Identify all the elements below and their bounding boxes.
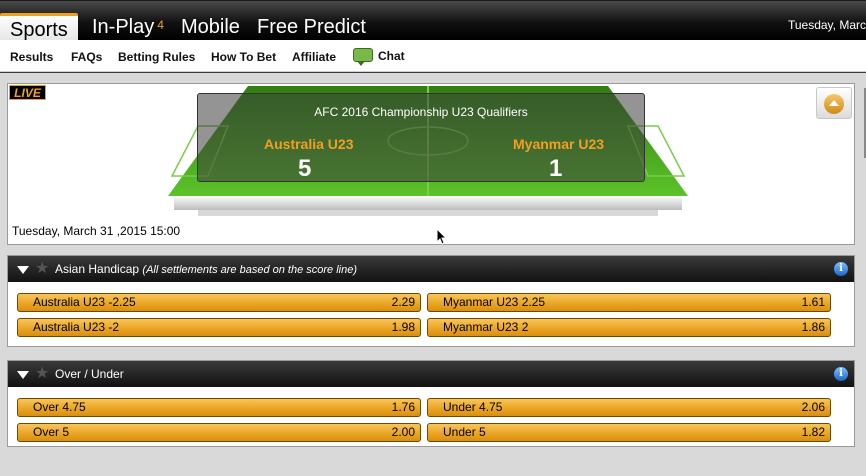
collapse-button[interactable]	[816, 87, 852, 119]
selection-button[interactable]: Myanmar U23 2 1.86	[427, 318, 831, 337]
expand-triangle-icon[interactable]	[17, 371, 29, 379]
live-badge: LIVE	[9, 85, 46, 100]
market-header[interactable]: ★ Asian Handicap (All settlements are ba…	[8, 256, 854, 282]
top-nav: Sports In-Play 4 Mobile Free Predict Tues…	[0, 0, 866, 41]
selection-name: Australia U23 -2	[33, 320, 120, 334]
selection-odds: 2.29	[391, 295, 415, 309]
link-results[interactable]: Results	[10, 50, 53, 64]
chevron-up-icon	[824, 94, 844, 114]
market-header[interactable]: ★ Over / Under i	[8, 361, 854, 387]
link-betting-rules[interactable]: Betting Rules	[118, 50, 195, 64]
scoreboard: AFC 2016 Championship U23 Qualifiers Aus…	[197, 93, 645, 182]
selection-name: Myanmar U23 2	[443, 320, 529, 334]
selection-name: Australia U23 -2.25	[33, 295, 136, 309]
header-date: Tuesday, Marc	[787, 18, 866, 32]
selection-name: Under 5	[443, 425, 486, 439]
chat-icon[interactable]	[353, 48, 373, 66]
info-icon[interactable]: i	[834, 367, 848, 381]
home-score: 5	[298, 155, 312, 182]
expand-triangle-icon[interactable]	[17, 266, 29, 274]
home-team: Australia U23	[264, 136, 354, 152]
selection-button[interactable]: Under 4.75 2.06	[427, 398, 831, 417]
selection-odds: 1.82	[801, 425, 825, 439]
market-asian-handicap: ★ Asian Handicap (All settlements are ba…	[7, 255, 855, 347]
away-team: Myanmar U23	[513, 136, 605, 152]
link-chat[interactable]: Chat	[378, 49, 405, 63]
selection-button[interactable]: Myanmar U23 2.25 1.61	[427, 293, 831, 312]
selection-name: Over 5	[33, 425, 70, 439]
selection-name: Myanmar U23 2.25	[443, 295, 546, 309]
selection-button[interactable]: Over 5 2.00	[17, 423, 421, 442]
live-match-panel: LIVE AFC 2016 Championship U23 Qualifier…	[7, 83, 855, 245]
sub-nav: Results FAQs Betting Rules How To Bet Af…	[0, 40, 866, 72]
link-how-to-bet[interactable]: How To Bet	[211, 50, 276, 64]
in-play-count-badge: 4	[157, 18, 164, 32]
link-faqs[interactable]: FAQs	[71, 50, 102, 64]
selection-name: Over 4.75	[33, 400, 86, 414]
tab-in-play-label: In-Play	[92, 16, 155, 38]
info-icon[interactable]: i	[834, 262, 848, 276]
selection-button[interactable]: Under 5 1.82	[427, 423, 831, 442]
mouse-cursor-icon	[437, 229, 447, 245]
market-over-under: ★ Over / Under i Over 4.75 1.76 Under 4.…	[7, 360, 855, 447]
away-score: 1	[549, 155, 563, 182]
star-icon[interactable]: ★	[35, 256, 49, 282]
match-date: Tuesday, March 31 ,2015 15:00	[12, 224, 181, 238]
selection-odds: 1.86	[801, 320, 825, 334]
selection-odds: 1.98	[391, 320, 415, 334]
selection-button[interactable]: Australia U23 -2 1.98	[17, 318, 421, 337]
selection-name: Under 4.75	[443, 400, 503, 414]
market-title: Asian Handicap (All settlements are base…	[55, 262, 358, 276]
selection-odds: 1.61	[801, 295, 825, 309]
link-affiliate[interactable]: Affiliate	[292, 50, 336, 64]
selection-button[interactable]: Australia U23 -2.25 2.29	[17, 293, 421, 312]
star-icon[interactable]: ★	[35, 361, 49, 387]
selection-odds: 2.00	[391, 425, 415, 439]
market-note: (All settlements are based on the score …	[142, 264, 358, 276]
main-content: LIVE AFC 2016 Championship U23 Qualifier…	[0, 73, 866, 476]
selection-button[interactable]: Over 4.75 1.76	[17, 398, 421, 417]
market-title: Over / Under	[55, 367, 124, 381]
tab-sports[interactable]: Sports	[0, 13, 78, 41]
tab-mobile[interactable]: Mobile	[181, 13, 240, 41]
selection-odds: 2.06	[801, 400, 825, 414]
selection-odds: 1.76	[391, 400, 415, 414]
tab-in-play[interactable]: In-Play 4	[92, 13, 164, 41]
tab-free-predict[interactable]: Free Predict	[257, 13, 366, 41]
competition-name: AFC 2016 Championship U23 Qualifiers	[314, 105, 528, 119]
